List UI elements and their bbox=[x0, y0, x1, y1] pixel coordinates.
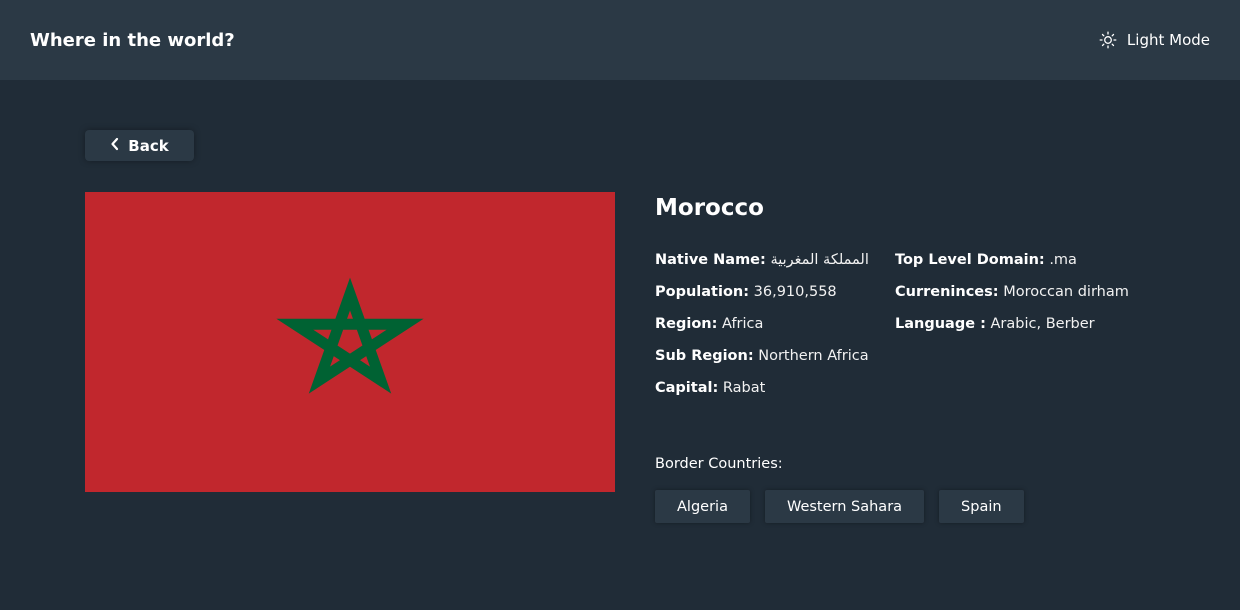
border-country-button[interactable]: Spain bbox=[939, 490, 1024, 523]
info-value: المملكة المغربية bbox=[770, 252, 869, 268]
back-button[interactable]: Back bbox=[85, 130, 194, 161]
info-capital: Capital: Rabat bbox=[655, 378, 869, 410]
info-population: Population: 36,910,558 bbox=[655, 282, 869, 314]
info-value: Northern Africa bbox=[758, 348, 869, 364]
border-countries-label: Border Countries: bbox=[655, 456, 783, 472]
theme-toggle-label: Light Mode bbox=[1126, 31, 1210, 49]
app-title: Where in the world? bbox=[30, 29, 235, 51]
border-country-button[interactable]: Western Sahara bbox=[764, 490, 925, 523]
country-details: Morocco Native Name: المملكة المغربية Po… bbox=[655, 192, 1215, 523]
info-column-right: Top Level Domain: .ma Curreninces: Moroc… bbox=[895, 250, 1129, 346]
top-bar: Where in the world? Light Mode bbox=[0, 0, 1240, 80]
theme-toggle-button[interactable]: Light Mode bbox=[1099, 31, 1210, 49]
info-value: Africa bbox=[722, 316, 764, 332]
info-column-left: Native Name: المملكة المغربية Population… bbox=[655, 250, 869, 410]
info-currencies: Curreninces: Moroccan dirham bbox=[895, 282, 1129, 314]
info-label: Capital: bbox=[655, 380, 719, 396]
info-value: 36,910,558 bbox=[753, 284, 837, 300]
country-flag bbox=[85, 192, 615, 492]
info-native-name: Native Name: المملكة المغربية bbox=[655, 250, 869, 282]
info-label: Native Name: bbox=[655, 252, 766, 268]
info-region: Region: Africa bbox=[655, 314, 869, 346]
back-button-label: Back bbox=[128, 136, 169, 155]
info-top-level-domain: Top Level Domain: .ma bbox=[895, 250, 1129, 282]
border-countries-list: Algeria Western Sahara Spain bbox=[655, 490, 1024, 523]
info-label: Curreninces: bbox=[895, 284, 999, 300]
info-label: Language : bbox=[895, 316, 986, 332]
info-value: Arabic, Berber bbox=[990, 316, 1095, 332]
country-name: Morocco bbox=[655, 195, 764, 221]
info-label: Top Level Domain: bbox=[895, 252, 1045, 268]
info-label: Sub Region: bbox=[655, 348, 754, 364]
info-label: Population: bbox=[655, 284, 750, 300]
info-sub-region: Sub Region: Northern Africa bbox=[655, 346, 869, 378]
info-value: .ma bbox=[1049, 252, 1077, 268]
info-value: Rabat bbox=[722, 380, 766, 396]
chevron-left-icon bbox=[110, 137, 120, 155]
border-country-button[interactable]: Algeria bbox=[655, 490, 750, 523]
info-value: Moroccan dirham bbox=[1003, 284, 1129, 300]
info-label: Region: bbox=[655, 316, 718, 332]
info-languages: Language : Arabic, Berber bbox=[895, 314, 1129, 346]
sun-icon bbox=[1099, 31, 1117, 49]
